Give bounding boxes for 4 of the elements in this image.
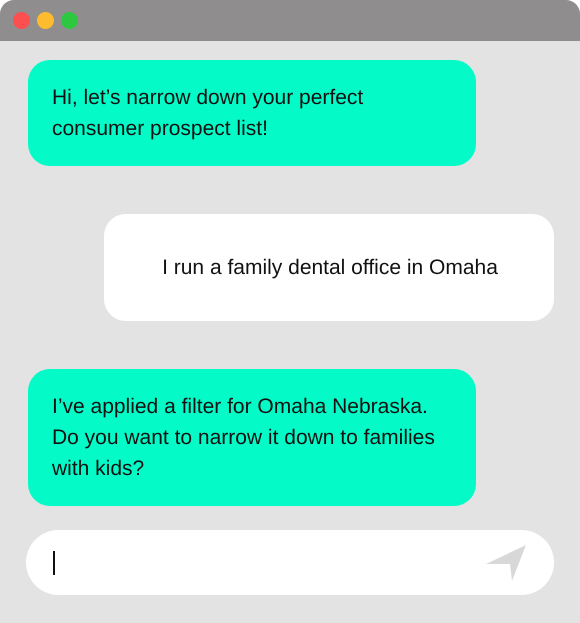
message-text: Hi, let’s narrow down your perfect consumer prospect list!: [52, 86, 364, 140]
send-icon[interactable]: [486, 544, 526, 580]
message-text: I run a family dental office in Omaha: [162, 256, 498, 279]
message-text: I’ve applied a filter for Omaha Nebraska. Do you want to narrow it down to families with kids?: [52, 395, 435, 480]
